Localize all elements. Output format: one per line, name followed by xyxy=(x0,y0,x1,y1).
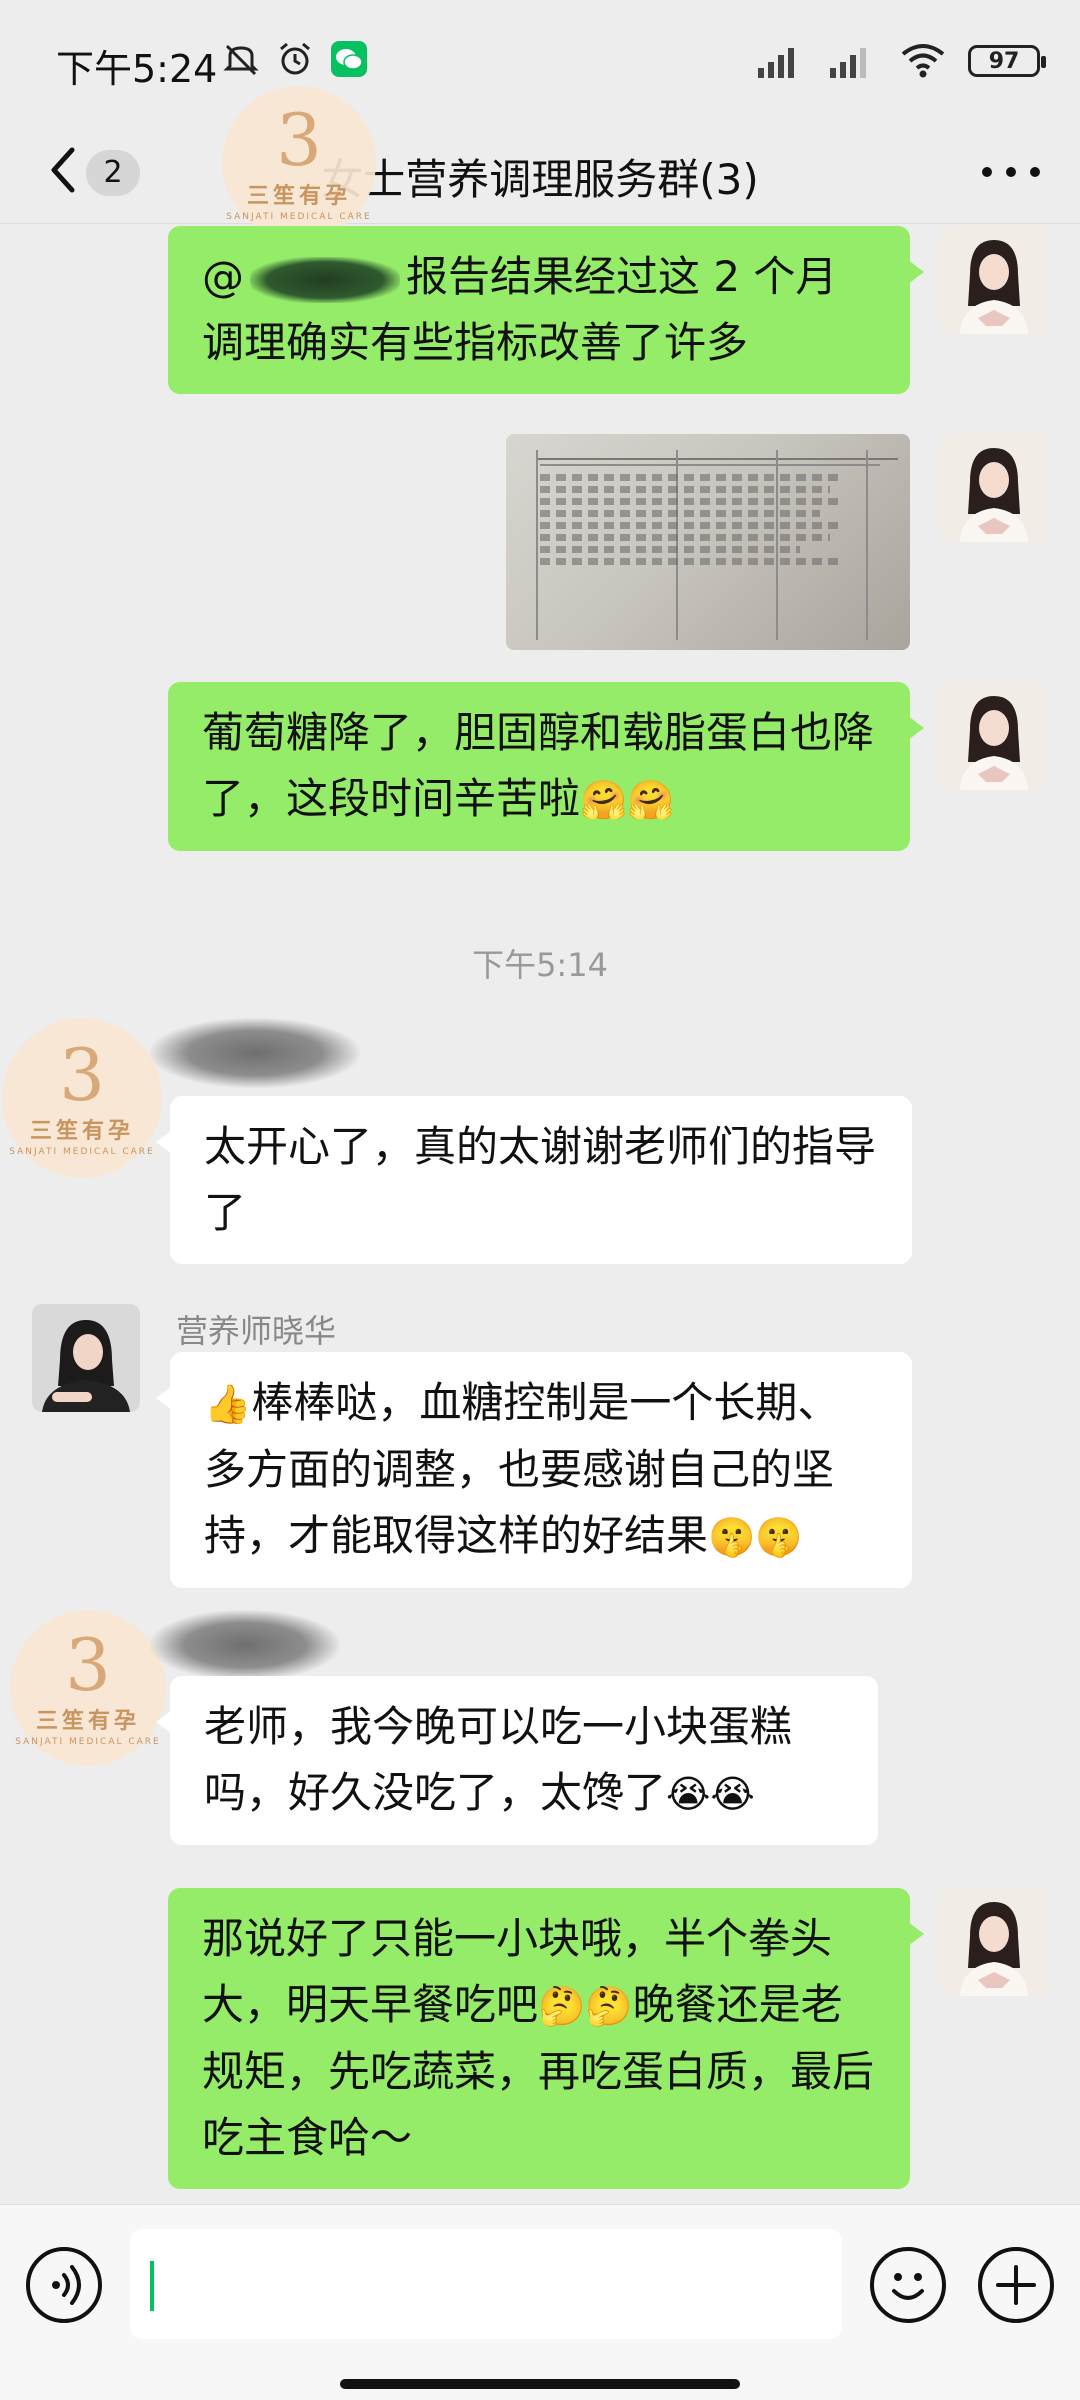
message-bubble-other[interactable]: 老师，我今晚可以吃一小块蛋糕吗，好久没吃了，太馋了😭😭 xyxy=(156,1676,878,1845)
logo-mark-icon: 3 xyxy=(276,98,322,182)
logo-text: 三笙有孕 xyxy=(246,184,351,209)
message-input[interactable] xyxy=(130,2229,842,2339)
message-bubble-self[interactable]: 那说好了只能一小块哦，半个拳头大，明天早餐吃吧🤔🤔晚餐还是老规矩，先吃蔬菜，再吃… xyxy=(168,1888,924,2189)
thinking-emoji: 🤔🤔 xyxy=(538,1984,633,2028)
input-bar xyxy=(0,2204,1080,2400)
logo-subtext: SANJATI MEDICAL CARE xyxy=(9,1147,155,1157)
crying-emoji: 😭😭 xyxy=(666,1772,755,1816)
text-caret xyxy=(150,2261,154,2311)
logo-subtext: SANJATI MEDICAL CARE xyxy=(226,212,372,222)
status-time: 下午5:24 xyxy=(56,47,218,91)
signal-icon xyxy=(758,48,794,78)
logo-text: 三笙有孕 xyxy=(29,1119,134,1144)
time-separator: 下午5:14 xyxy=(472,946,608,984)
battery-indicator: 97 xyxy=(968,45,1046,77)
avatar-portrait xyxy=(940,1888,1048,1996)
message-bubble-self[interactable]: @ 报告结果经过这 2 个月调理确实有些指标改善了许多 xyxy=(168,226,924,394)
avatar-self[interactable] xyxy=(940,226,1048,334)
wechat-icon xyxy=(331,41,367,77)
emoji-icon[interactable] xyxy=(870,2247,946,2323)
avatar-member[interactable]: 3 三笙有孕 SANJATI MEDICAL CARE xyxy=(2,1018,162,1178)
chat-header: 2 女士营养调理服务群(3) xyxy=(0,120,1080,224)
signal-icon xyxy=(830,48,866,78)
message-text: 太开心了，真的太谢谢老师们的指导了 xyxy=(204,1122,877,1237)
avatar-portrait xyxy=(940,226,1048,334)
more-icon[interactable] xyxy=(976,152,1046,192)
alarm-icon xyxy=(280,42,310,75)
avatar-self[interactable] xyxy=(940,1888,1048,1996)
thumbs-up-emoji: 👍 xyxy=(204,1382,252,1426)
hug-emoji: 🤗🤗 xyxy=(580,778,675,822)
avatar-portrait xyxy=(940,682,1048,790)
logo-mark-icon: 3 xyxy=(59,1033,105,1117)
avatar-self[interactable] xyxy=(940,682,1048,790)
voice-icon[interactable] xyxy=(26,2247,102,2323)
logo-subtext: SANJATI MEDICAL CARE xyxy=(15,1737,161,1747)
sender-name: 营养师晓华 xyxy=(176,1312,337,1350)
report-image[interactable] xyxy=(506,434,910,650)
message-bubble-other[interactable]: 太开心了，真的太谢谢老师们的指导了 xyxy=(156,1096,912,1264)
avatar-nutritionist[interactable] xyxy=(32,1304,140,1412)
logo-text: 三笙有孕 xyxy=(35,1709,140,1734)
avatar-portrait xyxy=(940,434,1048,542)
avatar-portrait xyxy=(32,1304,140,1412)
redacted-sender-name xyxy=(150,1610,340,1680)
message-bubble-other[interactable]: 👍棒棒哒，血糖控制是一个长期、多方面的调整，也要感谢自己的坚持，才能取得这样的好… xyxy=(156,1352,912,1588)
logo-mark-icon: 3 xyxy=(65,1623,111,1707)
unread-count-badge[interactable]: 2 xyxy=(86,150,140,196)
home-indicator[interactable] xyxy=(340,2379,740,2389)
brand-logo: 3 三笙有孕 SANJATI MEDICAL CARE xyxy=(222,86,376,240)
status-bar: 下午5:24 97 xyxy=(0,0,1080,120)
avatar-self[interactable] xyxy=(940,434,1048,542)
status-icons-right: 97 xyxy=(756,42,1046,80)
wifi-icon xyxy=(901,44,945,78)
avatar-member[interactable]: 3 三笙有孕 SANJATI MEDICAL CARE xyxy=(10,1610,166,1766)
status-icons-left xyxy=(222,40,368,78)
plus-icon[interactable] xyxy=(978,2247,1054,2323)
redacted-mention xyxy=(250,256,400,303)
shush-emoji: 🤫🤫 xyxy=(708,1515,803,1559)
redacted-sender-name xyxy=(150,1018,360,1088)
message-bubble-self[interactable]: 葡萄糖降了，胆固醇和载脂蛋白也降了，这段时间辛苦啦🤗🤗 xyxy=(168,682,924,851)
mute-icon xyxy=(223,44,259,76)
message-text: 葡萄糖降了，胆固醇和载脂蛋白也降了，这段时间辛苦啦 xyxy=(202,708,875,823)
